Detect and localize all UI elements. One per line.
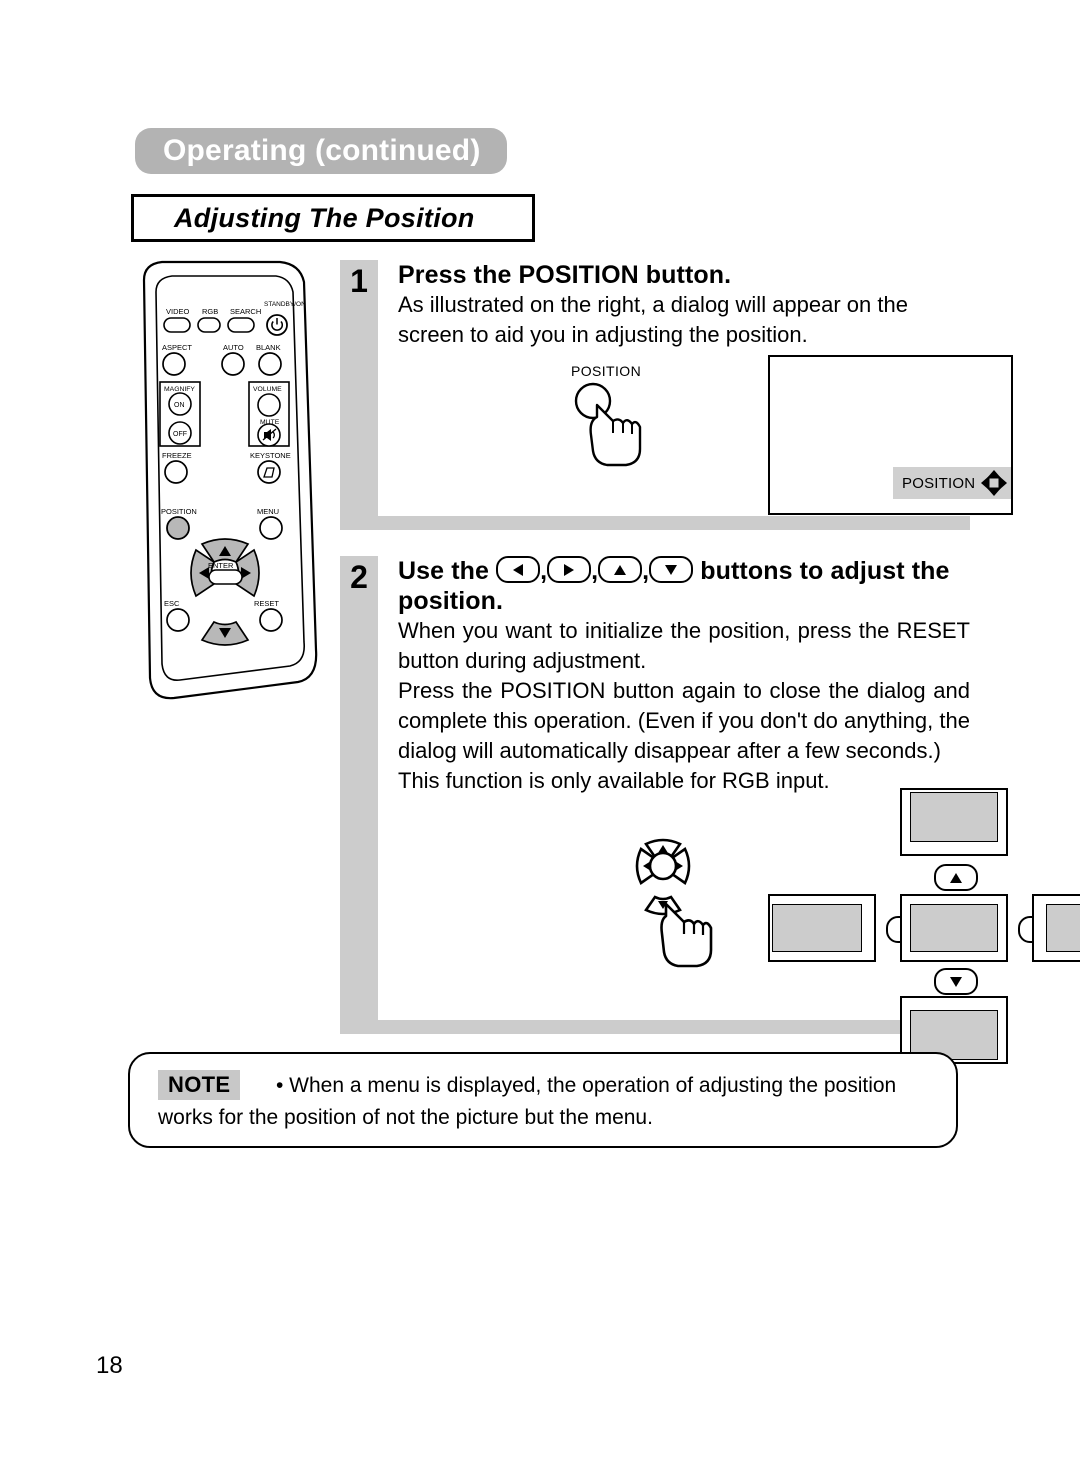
step-2-heading-before: Use the (398, 557, 490, 585)
page-number: 18 (96, 1352, 123, 1379)
step-2-bottom-bar (340, 1020, 970, 1034)
remote-label-auto: AUTO (223, 343, 244, 352)
thumb-right (1032, 894, 1080, 962)
remote-button-search[interactable] (227, 317, 255, 333)
remote-label-position: POSITION (161, 507, 197, 516)
remote-button-reset[interactable] (259, 608, 283, 632)
up-arrow-icon-2 (934, 864, 978, 891)
remote-label-rgb: RGB (202, 307, 218, 316)
remote-label-search: SEARCH (230, 307, 261, 316)
remote-button-esc[interactable] (166, 608, 190, 632)
step-2-left-bar (340, 556, 378, 1020)
remote-label-keystone: KEYSTONE (250, 451, 291, 460)
down-arrow-icon-2 (934, 968, 978, 995)
remote-button-rgb[interactable] (197, 317, 221, 333)
remote-label-esc: ESC (164, 599, 180, 608)
step-2-heading: Use the ,,, buttons to adjust the positi… (398, 556, 970, 616)
osd-position-badge: POSITION (893, 467, 1011, 499)
up-arrow-button-icon (598, 556, 643, 583)
thumb-up (900, 788, 1008, 856)
remote-control-illustration: VIDEO RGB SEARCH STANDBY/ON ASPECT AUTO … (130, 258, 330, 708)
remote-button-aspect[interactable] (162, 352, 186, 376)
step-2-number: 2 (350, 559, 368, 595)
hand-pressing-position-svg (574, 382, 642, 467)
remote-button-keystone[interactable] (257, 460, 281, 484)
remote-button-enter[interactable] (208, 569, 243, 585)
step-1-body: Press the POSITION button. As illustrate… (398, 260, 1013, 516)
comma-3: , (642, 557, 650, 585)
section-title-box: Adjusting The Position (131, 194, 535, 242)
section-title: Adjusting The Position (174, 202, 475, 233)
remote-button-video[interactable] (163, 317, 191, 333)
note-tag: NOTE (158, 1070, 241, 1100)
remote-label-video: VIDEO (166, 307, 190, 316)
remote-button-volume[interactable] (257, 393, 281, 417)
remote-label-blank: BLANK (256, 343, 281, 352)
manual-page: Operating (continued) Adjusting The Posi… (0, 0, 1080, 1484)
step-2-paragraph-1: When you want to initialize the position… (398, 618, 970, 673)
remote-label-off: OFF (173, 431, 187, 438)
step-1: 1 Press the POSITION button. As illustra… (340, 260, 1013, 530)
step-2-paragraph-2: Press the POSITION button again to close… (398, 678, 970, 763)
remote-control-svg: VIDEO RGB SEARCH STANDBY/ON ASPECT AUTO … (142, 260, 318, 700)
remote-label-freeze: FREEZE (162, 451, 192, 460)
remote-button-auto[interactable] (221, 352, 245, 376)
pad-center (648, 851, 678, 881)
remote-label-enter: ENTER (208, 561, 234, 570)
remote-label-reset: RESET (254, 599, 279, 608)
remote-button-position[interactable] (166, 516, 190, 540)
step-2: 2 Use the ,,, buttons to adjust the posi… (340, 556, 1080, 1064)
chapter-title-pill: Operating (continued) (135, 128, 507, 174)
remote-label-aspect: ASPECT (162, 343, 192, 352)
projection-screen: POSITION (768, 355, 1013, 515)
right-arrow-button-icon (547, 556, 592, 583)
note-box: • When a menu is displayed, the operatio… (128, 1052, 958, 1148)
remote-label-standby-on: STANDBY/ON (264, 301, 306, 308)
note-text: • When a menu is displayed, the operatio… (158, 1074, 897, 1129)
comma-2: , (591, 557, 599, 585)
hand-icon (589, 403, 642, 467)
step-1-paragraph: As illustrated on the right, a dialog wi… (398, 292, 908, 347)
remote-label-menu: MENU (257, 507, 279, 516)
chapter-title: Operating (continued) (163, 134, 481, 167)
remote-label-volume: VOLUME (253, 386, 282, 393)
down-arrow-button-icon (649, 556, 694, 583)
step-2-body: Use the ,,, buttons to adjust the positi… (398, 556, 1080, 1064)
four-way-arrow-icon (981, 470, 1008, 496)
osd-position-label: POSITION (902, 474, 976, 492)
left-arrow-button-icon (496, 556, 541, 583)
cursor-pad-hand-svg (635, 838, 713, 968)
remote-button-blank[interactable] (258, 352, 282, 376)
figure-position-shift (608, 788, 1080, 1064)
remote-label-on: ON (174, 402, 185, 409)
remote-button-menu[interactable] (259, 516, 283, 540)
remote-button-freeze[interactable] (164, 460, 188, 484)
comma-1: , (540, 557, 548, 585)
thumb-left (768, 894, 876, 962)
remote-label-magnify: MAGNIFY (164, 386, 195, 393)
figure-position-dialog: POSITION POSITION (563, 355, 1023, 525)
step-1-heading: Press the POSITION button. (398, 261, 732, 289)
step-1-number: 1 (350, 263, 368, 299)
thumb-center (900, 894, 1008, 962)
